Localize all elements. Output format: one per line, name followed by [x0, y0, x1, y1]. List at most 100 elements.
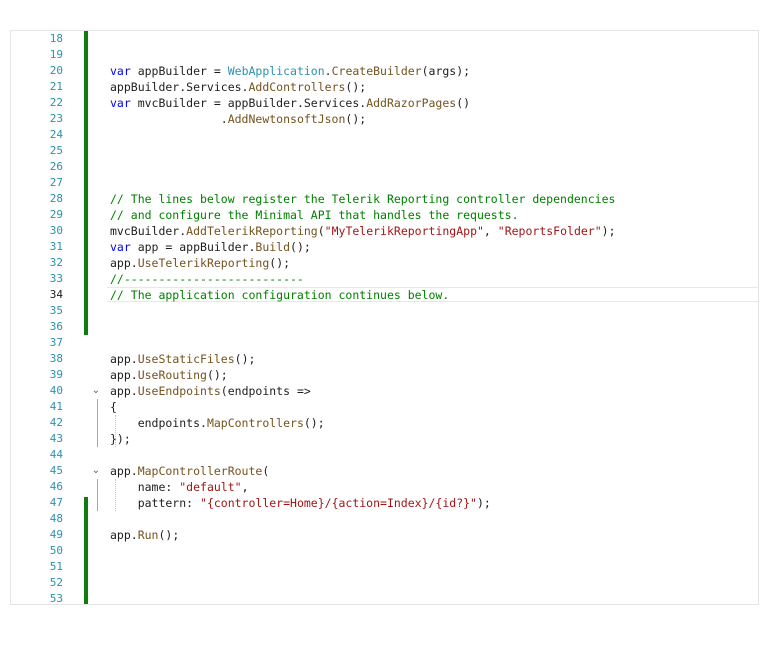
line-number: 45 [49, 464, 63, 477]
code-line[interactable]: 27 [11, 175, 758, 191]
code-line[interactable]: 48 [11, 511, 758, 527]
line-number: 23 [49, 112, 63, 125]
code-token: ); [601, 224, 616, 238]
line-number: 48 [49, 512, 63, 525]
line-number: 34 [49, 288, 63, 301]
code-line[interactable]: 45 ⌄ app.MapControllerRoute( [11, 463, 758, 479]
code-line[interactable]: 31 var app = appBuilder.Build(); [11, 239, 758, 255]
code-token: UseEndpoints [137, 384, 221, 398]
code-line[interactable]: 20 var appBuilder = WebApplication.Create… [11, 63, 758, 79]
line-number: 43 [49, 432, 63, 445]
code-token: (); [290, 240, 311, 254]
code-line[interactable]: 22 var mvcBuilder = appBuilder.Services.A… [11, 95, 758, 111]
code-line[interactable]: 33 //-------------------------- [11, 271, 758, 287]
line-number: 32 [49, 256, 63, 269]
code-line[interactable]: 29 // and configure the Minimal API that … [11, 207, 758, 223]
code-token: "{controller=Home}/{action=Index}/{id?}" [200, 496, 477, 510]
code-text: // The application configuration continu… [110, 287, 449, 303]
code-line[interactable]: 43}); [11, 431, 758, 447]
line-number: 42 [49, 416, 63, 429]
code-token: { [110, 400, 117, 414]
code-token: app = appBuilder. [130, 240, 256, 254]
line-number: 29 [49, 208, 63, 221]
line-number: 30 [49, 224, 63, 237]
code-line[interactable]: 30 mvcBuilder.AddTelerikReporting("MyTele… [11, 223, 758, 239]
line-number: 38 [49, 352, 63, 365]
code-line[interactable]: 26 [11, 159, 758, 175]
code-token: app. [110, 352, 138, 366]
code-text: pattern: "{controller=Home}/{action=Inde… [110, 495, 491, 511]
code-text: mvcBuilder.AddTelerikReporting("MyTeleri… [110, 223, 616, 239]
code-line[interactable]: 19 [11, 47, 758, 63]
line-number: 19 [49, 48, 63, 61]
code-token: }); [110, 432, 131, 446]
code-line[interactable]: 47 pattern: "{controller=Home}/{action=I… [11, 495, 758, 511]
code-line[interactable]: 39 app.UseRouting(); [11, 367, 758, 383]
code-line[interactable]: 32 app.UseTelerikReporting(); [11, 255, 758, 271]
code-token: UseTelerikReporting [137, 256, 270, 270]
code-token: "ReportsFolder" [497, 224, 602, 238]
code-line[interactable]: 37 [11, 335, 758, 351]
code-line[interactable]: 25 [11, 143, 758, 159]
code-token: , [241, 480, 249, 494]
line-number: 18 [49, 32, 63, 45]
code-line[interactable]: 35 [11, 303, 758, 319]
code-text: { [110, 399, 117, 415]
line-number: 37 [49, 336, 63, 349]
code-text: app.Run(); [110, 527, 179, 543]
code-line[interactable]: 52 [11, 575, 758, 591]
code-token: "MyTelerikReportingApp" [324, 224, 484, 238]
code-token: // and configure the Minimal API that ha… [110, 208, 519, 222]
code-token: app. [110, 256, 138, 270]
fold-toggle-icon[interactable]: ⌄ [90, 383, 102, 399]
fold-toggle-icon[interactable]: ⌄ [90, 463, 102, 479]
code-line[interactable]: 23 .AddNewtonsoftJson(); [11, 111, 758, 127]
code-line[interactable]: 34 // The application configuration conti… [11, 287, 758, 303]
code-line[interactable]: 44 [11, 447, 758, 463]
line-number: 52 [49, 576, 63, 589]
line-number: 26 [49, 160, 63, 173]
line-number: 44 [49, 448, 63, 461]
code-token: AddTelerikReporting [186, 224, 318, 238]
code-line[interactable]: 40 ⌄ app.UseEndpoints(endpoints => [11, 383, 758, 399]
code-text: var mvcBuilder = appBuilder.Services.Add… [110, 95, 470, 111]
code-token: appBuilder = [130, 64, 228, 78]
code-text: var appBuilder = WebApplication.CreateBu… [110, 63, 470, 79]
line-number: 49 [49, 528, 63, 541]
code-line[interactable]: 38 app.UseStaticFiles(); [11, 351, 758, 367]
code-line[interactable]: 51 [11, 559, 758, 575]
code-line[interactable]: 18 [11, 31, 758, 47]
line-number: 41 [49, 400, 63, 413]
code-editor[interactable]: 18 19 20 var appBuilder = WebApplication.Cr… [10, 30, 759, 605]
code-lines: 18 19 20 var appBuilder = WebApplication.Cr… [11, 31, 758, 604]
code-token: app. [110, 528, 138, 542]
code-line[interactable]: 46 name: "default", [11, 479, 758, 495]
code-line[interactable]: 36 [11, 319, 758, 335]
line-number: 24 [49, 128, 63, 141]
code-token: CreateBuilder [331, 64, 422, 78]
code-token: UseStaticFiles [137, 352, 235, 366]
code-text: appBuilder.Services.AddControllers(); [110, 79, 366, 95]
code-line[interactable]: 53 [11, 591, 758, 604]
code-line[interactable]: 42 endpoints.MapControllers(); [11, 415, 758, 431]
code-token: (endpoints => [220, 384, 311, 398]
code-token: (); [303, 416, 325, 430]
code-line[interactable]: 28 // The lines below register the Teleri… [11, 191, 758, 207]
code-token: ( [317, 224, 325, 238]
code-token: (); [345, 80, 367, 94]
code-token: (); [345, 112, 367, 126]
code-token: WebApplication [227, 64, 325, 78]
code-line[interactable]: 50 [11, 543, 758, 559]
code-line[interactable]: 24 [11, 127, 758, 143]
line-number: 28 [49, 192, 63, 205]
line-number: 51 [49, 560, 63, 573]
code-line[interactable]: 21 appBuilder.Services.AddControllers(); [11, 79, 758, 95]
code-token: AddNewtonsoftJson [227, 112, 346, 126]
code-line[interactable]: 41 { [11, 399, 758, 415]
code-token: pattern: [110, 496, 201, 510]
code-token: endpoints. [110, 416, 207, 430]
line-number: 21 [49, 80, 63, 93]
code-token: app. [110, 384, 138, 398]
code-token: ( [262, 464, 270, 478]
code-line[interactable]: 49 app.Run(); [11, 527, 758, 543]
